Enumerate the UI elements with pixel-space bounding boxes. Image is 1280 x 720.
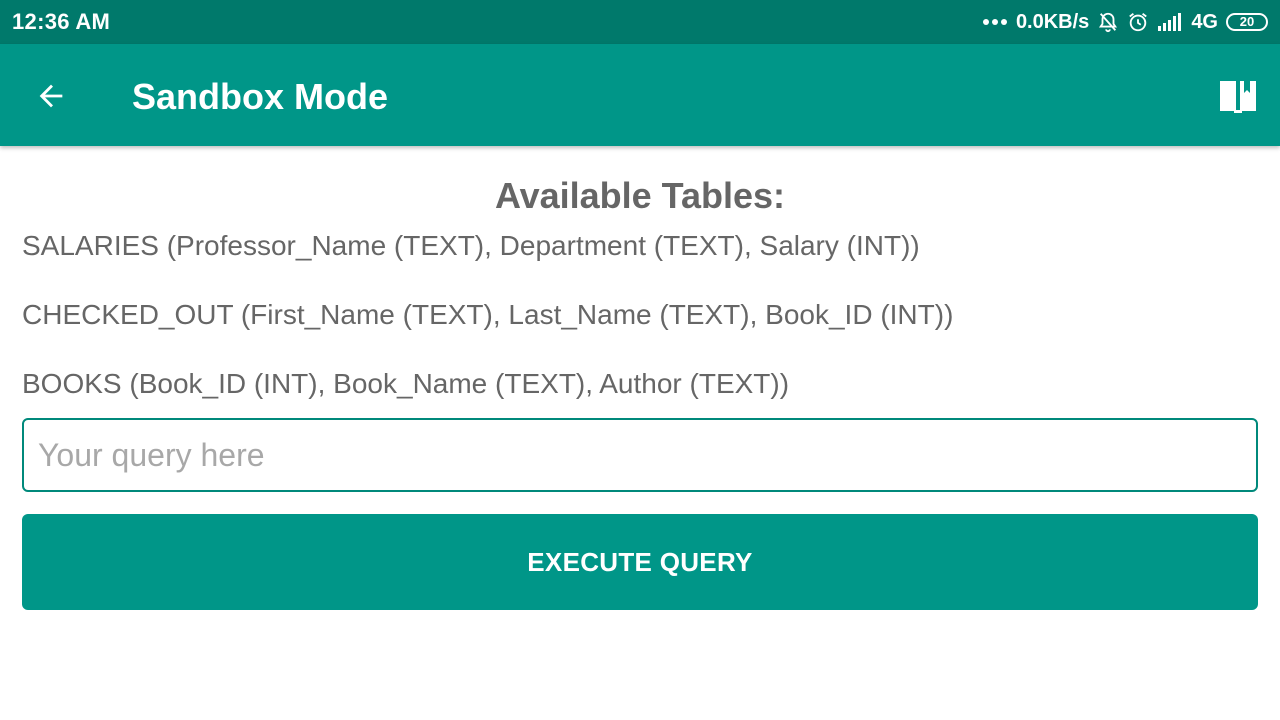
available-tables-heading: Available Tables:	[494, 175, 786, 216]
table-schema-books: BOOKS (Book_ID (INT), Book_Name (TEXT), …	[22, 368, 790, 399]
bell-off-icon	[1097, 11, 1119, 33]
book-open-icon	[1220, 81, 1256, 113]
execute-query-button[interactable]: EXECUTE QUERY	[22, 514, 1258, 610]
more-dots-icon	[982, 18, 1008, 26]
status-indicators: 0.0KB/s 4G 20	[982, 11, 1268, 34]
page-title: Sandbox Mode	[132, 76, 389, 117]
query-input[interactable]	[22, 418, 1258, 492]
arrow-left-icon	[39, 84, 63, 108]
battery-level: 20	[1239, 14, 1255, 29]
network-type: 4G	[1191, 10, 1218, 33]
table-schema-checked-out: CHECKED_OUT (First_Name (TEXT), Last_Nam…	[22, 299, 954, 330]
app-bar: Sandbox Mode	[0, 44, 1280, 146]
alarm-clock-icon	[1127, 11, 1149, 33]
status-time: 12:36 AM	[12, 9, 111, 34]
table-schema-salaries: SALARIES (Professor_Name (TEXT), Departm…	[22, 230, 920, 261]
reference-book-button[interactable]	[1216, 74, 1260, 118]
net-speed: 0.0KB/s	[1015, 10, 1090, 33]
back-button[interactable]	[28, 73, 74, 119]
signal-icon	[1157, 12, 1183, 32]
battery-icon: 20	[1226, 13, 1268, 31]
status-bar: 12:36 AM 0.0KB/s 4G 20	[0, 0, 1280, 44]
